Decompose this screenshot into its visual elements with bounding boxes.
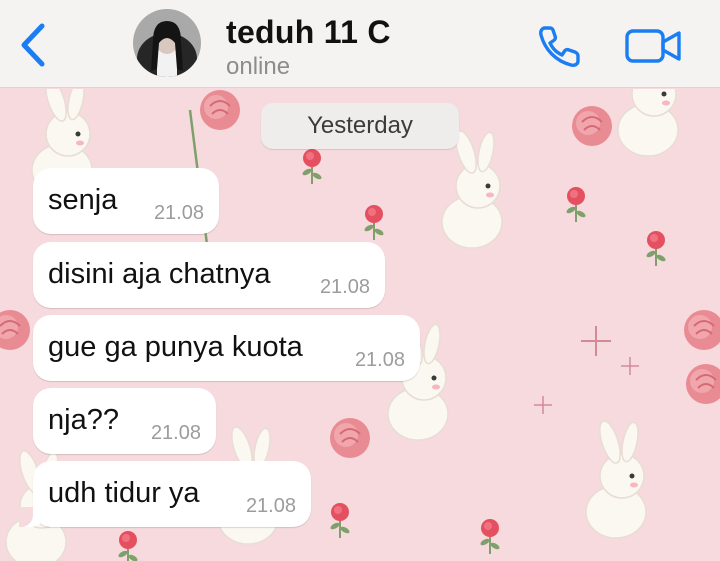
phone-icon — [539, 26, 580, 67]
video-call-button[interactable] — [624, 26, 684, 66]
message-bubble[interactable]: gue ga punya kuota 21.08 — [33, 315, 420, 381]
back-button[interactable] — [16, 22, 52, 68]
message-text: senja — [48, 184, 118, 216]
message-bubble[interactable]: disini aja chatnya 21.08 — [33, 242, 385, 308]
message-bubble[interactable]: nja?? 21.08 — [33, 388, 216, 454]
message-text: nja?? — [48, 404, 119, 436]
contact-status: online — [226, 53, 291, 80]
message-text: disini aja chatnya — [48, 258, 271, 290]
date-separator: Yesterday — [261, 103, 459, 149]
contact-name[interactable]: teduh 11 C — [226, 14, 391, 51]
message-bubble[interactable]: udh tidur ya 21.08 — [19, 461, 311, 527]
message-text: udh tidur ya — [48, 477, 200, 509]
message-time: 21.08 — [245, 495, 296, 517]
message-text: gue ga punya kuota — [48, 331, 303, 363]
message-time: 21.08 — [153, 202, 204, 224]
voice-call-button[interactable] — [536, 22, 584, 70]
chevron-left-icon — [21, 23, 45, 67]
message-bubble[interactable]: senja 21.08 — [33, 168, 219, 234]
avatar[interactable] — [133, 9, 201, 77]
chat-header: teduh 11 C online — [0, 0, 720, 88]
message-time: 21.08 — [319, 276, 370, 298]
message-time: 21.08 — [150, 422, 201, 444]
video-camera-icon — [625, 29, 681, 63]
message-time: 21.08 — [354, 349, 405, 371]
